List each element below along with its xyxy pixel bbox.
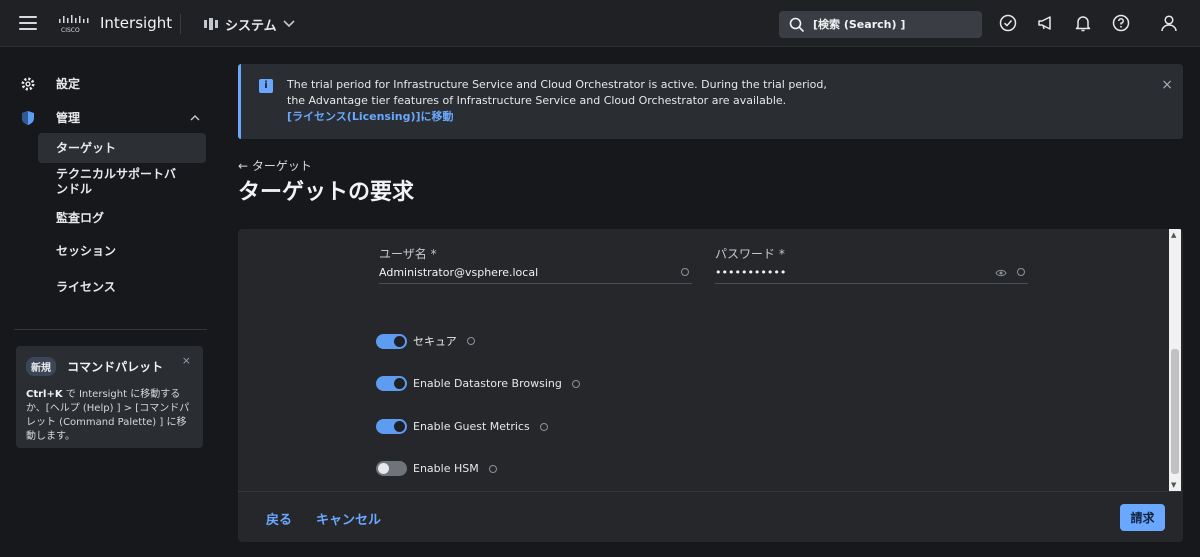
sidebar-divider xyxy=(14,329,207,330)
scroll-thumb[interactable] xyxy=(1171,349,1179,474)
top-bar: CISCO Intersight システム xyxy=(0,0,1200,47)
system-icon xyxy=(204,18,218,30)
toggle-switch[interactable] xyxy=(376,461,407,476)
gear-icon xyxy=(21,77,35,90)
form-panel: ユーザ名 * パスワード * セキュア Enable Datastore Bro… xyxy=(238,229,1183,542)
toggle-label: Enable HSM xyxy=(413,462,479,475)
password-field[interactable] xyxy=(715,262,1028,284)
sidebar-item-settings[interactable]: 設定 xyxy=(20,75,80,92)
info-icon[interactable] xyxy=(681,268,689,276)
check-circle-icon[interactable] xyxy=(999,14,1017,32)
search-input[interactable] xyxy=(813,18,973,31)
scroll-up-arrow[interactable]: ▲ xyxy=(1171,231,1176,239)
help-icon[interactable] xyxy=(1112,14,1130,32)
sidebar-item-sessions[interactable]: セッション xyxy=(38,244,206,259)
toggle-secure[interactable]: セキュア xyxy=(376,333,475,349)
svg-text:CISCO: CISCO xyxy=(61,27,80,34)
cisco-logo: CISCO xyxy=(59,15,89,34)
scrollbar[interactable]: ▲ ▼ xyxy=(1169,229,1181,491)
brand-name: Intersight xyxy=(100,14,173,32)
divider xyxy=(180,14,181,34)
system-label: システム xyxy=(225,18,277,34)
sidebar-item-label: ライセンス xyxy=(56,280,116,294)
trial-banner: i The trial period for Infrastructure Se… xyxy=(238,64,1183,139)
page-title: ターゲットの要求 xyxy=(238,180,415,205)
search-box[interactable] xyxy=(779,11,982,38)
sidebar-item-label: 設定 xyxy=(56,77,81,91)
cancel-button[interactable]: キャンセル xyxy=(316,509,381,528)
close-icon[interactable]: × xyxy=(1161,77,1173,93)
chevron-down-icon xyxy=(283,20,295,28)
sidebar-item-tech-support[interactable]: テクニカルサポートバンドル xyxy=(38,167,188,197)
toggle-label: Enable Guest Metrics xyxy=(413,420,530,433)
toggle-datastore-browsing[interactable]: Enable Datastore Browsing xyxy=(376,376,580,391)
toggle-switch[interactable] xyxy=(376,419,407,434)
new-badge: 新規 xyxy=(26,357,56,376)
sidebar-item-label: ターゲット xyxy=(56,140,117,155)
info-icon[interactable] xyxy=(1017,268,1025,276)
banner-message: The trial period for Infrastructure Serv… xyxy=(287,77,847,125)
info-icon: i xyxy=(259,79,273,93)
info-icon[interactable] xyxy=(539,422,548,431)
sidebar-item-audit-log[interactable]: 監査ログ xyxy=(38,211,206,226)
licensing-link[interactable]: [ライセンス(Licensing)]に移動 xyxy=(287,109,847,125)
shield-icon xyxy=(22,110,34,125)
chevron-up-icon xyxy=(190,115,200,121)
username-label: ユーザ名 * xyxy=(379,247,437,261)
search-icon xyxy=(789,17,805,32)
user-icon[interactable] xyxy=(1160,14,1178,32)
username-field[interactable] xyxy=(379,262,692,284)
megaphone-icon[interactable] xyxy=(1037,14,1055,32)
sidebar-item-label: 管理 xyxy=(56,111,81,125)
toggle-switch[interactable] xyxy=(376,333,407,349)
form-footer: 戻る キャンセル 請求 xyxy=(238,491,1183,542)
palette-description: Ctrl+K で Intersight に移動するか、[ヘルプ (Help) ]… xyxy=(26,388,193,444)
shortcut-key: Ctrl+K xyxy=(26,389,63,400)
sidebar-item-admin[interactable]: 管理 xyxy=(20,109,200,126)
sidebar-item-targets[interactable]: ターゲット xyxy=(38,133,206,163)
eye-icon[interactable] xyxy=(995,269,1007,277)
back-button[interactable]: 戻る xyxy=(266,509,292,528)
bell-icon[interactable] xyxy=(1074,14,1092,32)
scroll-down-arrow[interactable]: ▼ xyxy=(1171,481,1176,489)
palette-title: コマンドパレット xyxy=(67,360,164,374)
info-icon[interactable] xyxy=(571,379,580,388)
sidebar-item-label: セッション xyxy=(56,244,117,258)
sidebar: 設定 管理 ターゲット テクニカルサポートバンドル 監査ログ セッション ライセ… xyxy=(0,47,222,557)
banner-text: The trial period for Infrastructure Serv… xyxy=(287,78,827,107)
toggle-hsm[interactable]: Enable HSM xyxy=(376,461,497,476)
system-selector[interactable]: システム xyxy=(203,14,295,34)
breadcrumb[interactable]: ← ターゲット xyxy=(238,157,312,174)
claim-button[interactable]: 請求 xyxy=(1120,504,1165,531)
info-icon[interactable] xyxy=(488,464,497,473)
sidebar-item-label: 監査ログ xyxy=(56,211,105,225)
info-icon[interactable] xyxy=(466,337,475,345)
password-label: パスワード * xyxy=(715,247,785,261)
sidebar-item-label: テクニカルサポートバンドル xyxy=(56,167,177,196)
toggle-guest-metrics[interactable]: Enable Guest Metrics xyxy=(376,419,548,434)
toggle-switch[interactable] xyxy=(376,376,407,391)
menu-icon[interactable] xyxy=(19,16,37,30)
toggle-label: Enable Datastore Browsing xyxy=(413,377,562,390)
sidebar-item-licensing[interactable]: ライセンス xyxy=(38,280,206,295)
toggle-label: セキュア xyxy=(413,335,457,348)
close-icon[interactable]: × xyxy=(182,354,191,367)
command-palette-card: 新規 コマンドパレット × Ctrl+K で Intersight に移動するか… xyxy=(16,346,203,448)
